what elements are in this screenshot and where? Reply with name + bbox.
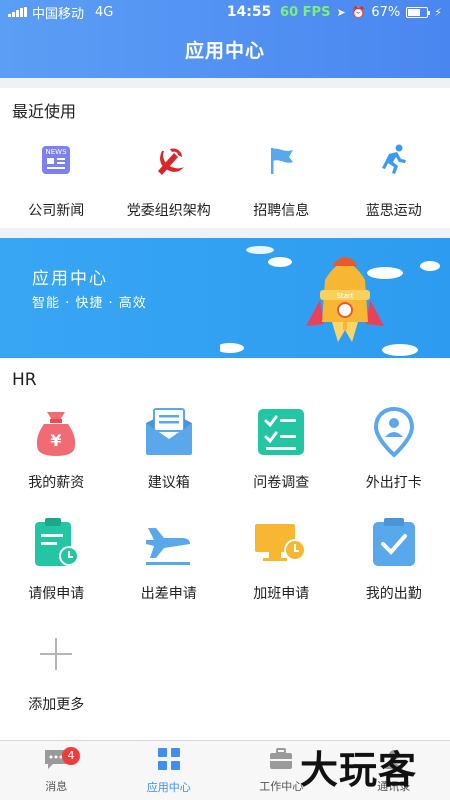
app-my-attendance[interactable]: 我的出勤 — [338, 507, 450, 618]
add-more-button[interactable]: 添加更多 — [0, 618, 113, 729]
app-overtime-request[interactable]: 加班申请 — [225, 507, 338, 618]
app-label: 添加更多 — [28, 697, 85, 713]
tab-messages[interactable]: 4 消息 — [0, 741, 113, 800]
news-icon: NEWS — [28, 132, 84, 188]
attendance-check-icon — [366, 515, 422, 571]
app-label: 加班申请 — [253, 586, 310, 602]
app-label: 党委组织架构 — [126, 203, 211, 219]
app-label: 问卷调查 — [253, 475, 310, 491]
app-label: 招聘信息 — [253, 203, 310, 219]
checklist-icon — [253, 404, 309, 460]
location-pin-icon — [366, 404, 422, 460]
app-header: 中国移动 4G 14:55 60 FPS ➤ ⏰ 67% ⚡ 应用中心 — [0, 0, 450, 78]
network-label: 4G — [95, 4, 114, 20]
app-label: 我的出勤 — [365, 586, 422, 602]
briefcase-icon — [268, 747, 294, 774]
unread-badge: 4 — [62, 747, 80, 765]
app-label: 出差申请 — [140, 586, 197, 602]
running-man-icon — [366, 132, 422, 188]
watermark-text: 大玩客 — [300, 747, 418, 792]
party-emblem-icon — [141, 132, 197, 188]
app-suggestion-box[interactable]: 建议箱 — [113, 396, 226, 507]
app-survey[interactable]: 问卷调查 — [225, 396, 338, 507]
app-travel-request[interactable]: 出差申请 — [113, 507, 226, 618]
rocket-illustration: Start — [220, 246, 440, 356]
charging-icon: ⚡ — [434, 5, 442, 19]
airplane-icon — [141, 515, 197, 571]
app-label: 请假申请 — [28, 586, 85, 602]
apps-grid-icon — [157, 747, 181, 775]
app-label: 蓝思运动 — [365, 203, 422, 219]
promo-banner[interactable]: 应用中心 智能 · 快捷 · 高效 Start — [0, 238, 450, 358]
app-lens-sports[interactable]: 蓝思运动 — [338, 132, 450, 220]
app-leave-request[interactable]: 请假申请 — [0, 507, 113, 618]
app-party-structure[interactable]: 党委组织架构 — [113, 132, 226, 220]
recent-section: 最近使用 NEWS 公司新闻 党委组织架构 招聘信息 蓝思运动 — [0, 88, 450, 228]
clock-label: 14:55 — [226, 4, 272, 20]
app-field-check-in[interactable]: 外出打卡 — [338, 396, 450, 507]
tab-app-center[interactable]: 应用中心 — [113, 741, 226, 800]
svg-text:NEWS: NEWS — [46, 148, 68, 156]
banner-subtitle: 智能 · 快捷 · 高效 — [32, 296, 147, 311]
battery-percent: 67% — [371, 4, 401, 20]
tab-label: 应用中心 — [146, 780, 191, 794]
app-label: 建议箱 — [147, 475, 190, 491]
rocket-start-text: Start — [336, 292, 353, 300]
svg-text:¥: ¥ — [51, 431, 62, 450]
leave-clipboard-icon — [28, 515, 84, 571]
app-my-salary[interactable]: ¥ 我的薪资 — [0, 396, 113, 507]
alarm-icon: ⏰ — [351, 5, 366, 19]
signal-icon — [8, 7, 27, 17]
tab-label: 消息 — [45, 779, 68, 793]
status-bar: 中国移动 4G 14:55 60 FPS ➤ ⏰ 67% ⚡ — [0, 0, 450, 24]
carrier-label: 中国移动 — [32, 6, 85, 22]
app-label: 外出打卡 — [365, 475, 422, 491]
banner-title: 应用中心 — [32, 269, 108, 289]
hr-section: HR ¥ 我的薪资 建议箱 问卷调查 外出打卡 请假申请 出差申请 加班申请 我… — [0, 358, 450, 740]
app-label: 我的薪资 — [28, 475, 85, 491]
mail-icon — [141, 404, 197, 460]
flag-icon — [253, 132, 309, 188]
location-arrow-icon: ➤ — [336, 5, 346, 19]
app-label: 公司新闻 — [28, 203, 85, 219]
app-company-news[interactable]: NEWS 公司新闻 — [0, 132, 113, 220]
plus-icon — [28, 626, 84, 682]
app-recruitment[interactable]: 招聘信息 — [225, 132, 338, 220]
money-bag-icon: ¥ — [28, 404, 84, 460]
fps-label: 60 FPS — [280, 4, 331, 20]
overtime-monitor-icon — [253, 515, 309, 571]
page-title: 应用中心 — [184, 40, 265, 62]
hr-section-title: HR — [12, 370, 37, 390]
recent-section-title: 最近使用 — [12, 102, 77, 121]
tab-label: 工作中心 — [259, 779, 304, 793]
battery-icon — [406, 6, 431, 18]
